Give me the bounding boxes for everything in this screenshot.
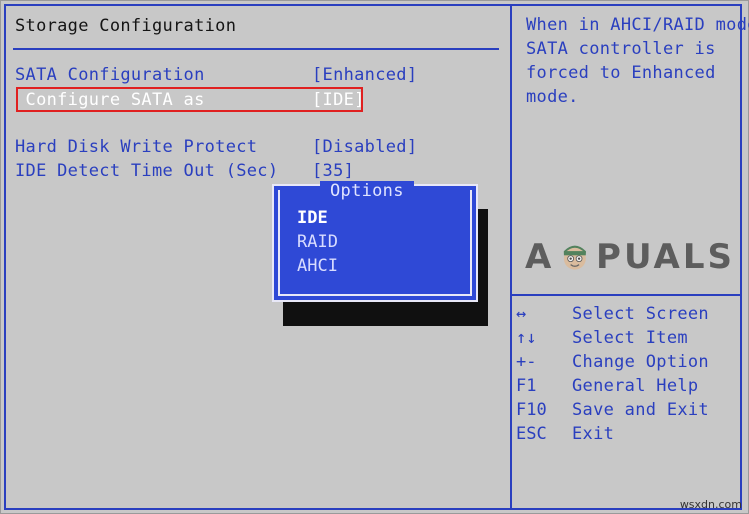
setting-value-sata-configuration[interactable]: [Enhanced] [312, 65, 417, 85]
section-title: Storage Configuration [15, 16, 237, 36]
option-ide[interactable]: IDE [297, 208, 328, 228]
help-text-line: SATA controller is [526, 39, 716, 59]
help-divider [512, 294, 742, 296]
panel-divider [510, 4, 512, 510]
key-desc-select-item: Select Item [572, 328, 688, 348]
watermark-suffix: PUALS [596, 237, 735, 277]
key-f1: F1 [516, 376, 537, 396]
key-desc-save-and-exit: Save and Exit [572, 400, 709, 420]
watermark-prefix: A [525, 237, 555, 277]
key-arrows-vertical: ↑↓ [516, 328, 537, 348]
setting-label-sata-configuration[interactable]: SATA Configuration [15, 65, 205, 85]
options-popup-title: Options [320, 181, 414, 201]
option-raid[interactable]: RAID [297, 232, 338, 252]
title-underline [13, 48, 499, 50]
option-ahci[interactable]: AHCI [297, 256, 338, 276]
setting-value-configure-sata-as[interactable]: [IDE] [312, 90, 365, 110]
setting-value-ide-detect-time-out[interactable]: [35] [312, 161, 354, 181]
key-plus-minus: +- [516, 352, 537, 372]
key-desc-select-screen: Select Screen [572, 304, 709, 324]
help-text-line: When in AHCI/RAID mode [526, 15, 749, 35]
key-esc: ESC [516, 424, 547, 444]
bios-screen: Storage Configuration SATA Configuration… [0, 0, 749, 514]
setting-value-hard-disk-write-protect[interactable]: [Disabled] [312, 137, 417, 157]
source-credit: wsxdn.com [679, 498, 742, 511]
key-f10: F10 [516, 400, 547, 420]
options-popup-border: Options IDE RAID AHCI [278, 181, 472, 296]
setting-label-configure-sata-as[interactable]: Configure SATA as [15, 90, 205, 110]
setting-label-ide-detect-time-out[interactable]: IDE Detect Time Out (Sec) [15, 161, 278, 181]
help-text-line: mode. [526, 87, 579, 107]
key-desc-change-option: Change Option [572, 352, 709, 372]
help-text-line: forced to Enhanced [526, 63, 716, 83]
mascot-icon [564, 245, 587, 270]
key-arrows-horizontal: ↔ [516, 304, 527, 324]
appuals-watermark: A PUALS [525, 235, 735, 279]
key-desc-general-help: General Help [572, 376, 699, 396]
setting-label-hard-disk-write-protect[interactable]: Hard Disk Write Protect [15, 137, 257, 157]
key-desc-exit: Exit [572, 424, 615, 444]
options-popup: Options IDE RAID AHCI [272, 181, 478, 302]
